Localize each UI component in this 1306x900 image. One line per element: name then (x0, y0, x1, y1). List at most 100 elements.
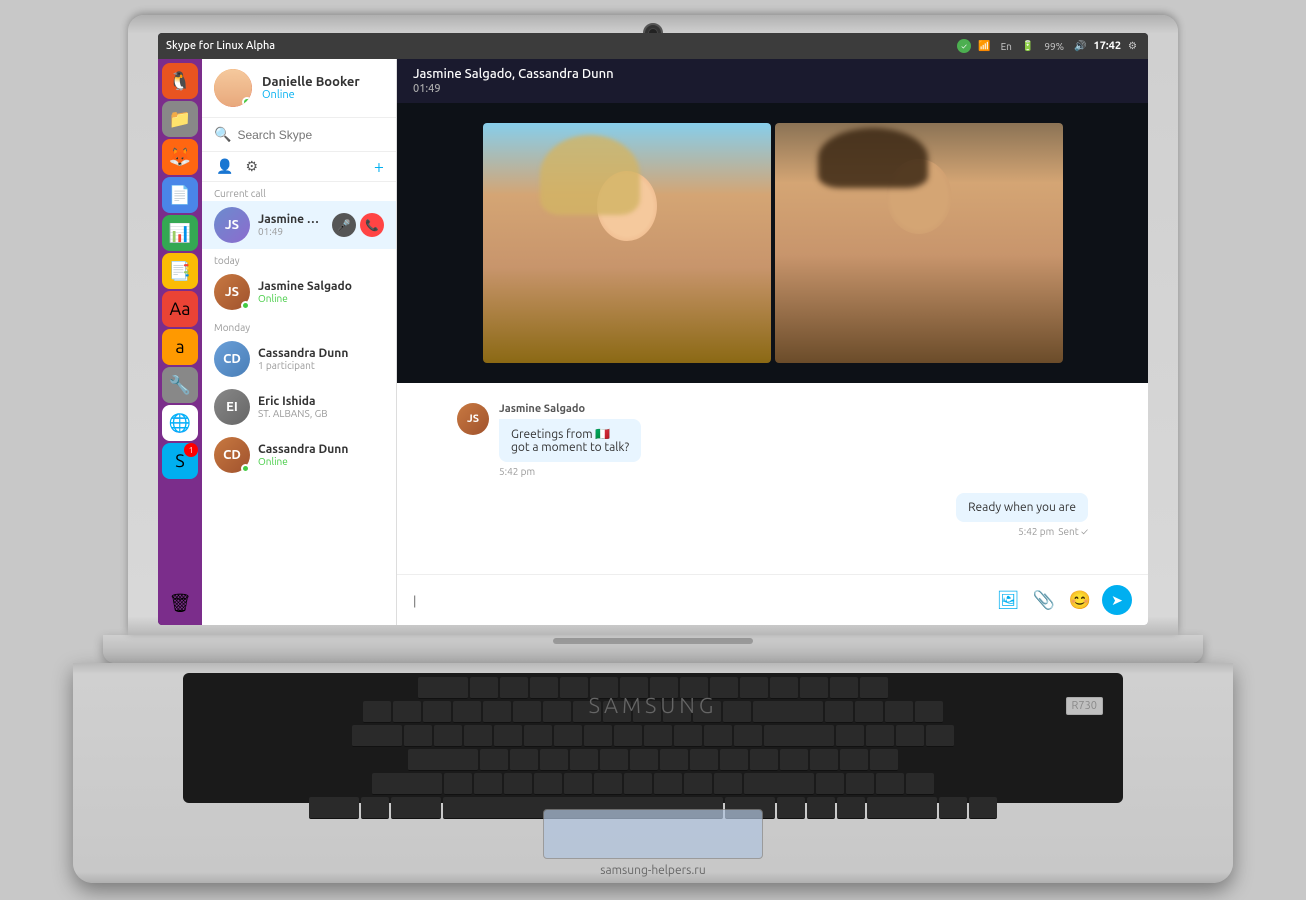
key-del (830, 677, 858, 699)
key-l (720, 749, 748, 771)
cassandra1-name: Cassandra Dunn (258, 347, 384, 360)
current-call-name: Jasmine Salgado, Ca... (258, 213, 324, 226)
document-icon[interactable]: 📄 (162, 177, 198, 213)
chat-input-actions: 🖼 📎 😊 ➤ (994, 585, 1132, 615)
amazon-icon[interactable]: a (162, 329, 198, 365)
chat-item-cassandra2[interactable]: CD Cassandra Dunn Online (202, 431, 396, 479)
mute-button[interactable]: 🎤 (332, 213, 356, 237)
hangup-button[interactable]: 📞 (360, 213, 384, 237)
jasmine-info: Jasmine Salgado Online (258, 280, 384, 304)
screen-bezel: Skype for Linux Alpha 📶 En 🔋 99% 🔊 17:42… (128, 15, 1178, 635)
cassandra2-name: Cassandra Dunn (258, 443, 384, 456)
call-participant-names: Jasmine Salgado, Cassandra Dunn (413, 67, 1132, 81)
settings-gear-icon[interactable]: ⚙ (1125, 40, 1140, 52)
key-up (816, 773, 844, 795)
slides-icon[interactable]: 📑 (162, 253, 198, 289)
touchpad[interactable] (543, 809, 763, 859)
key-f1 (470, 677, 498, 699)
msg-sent-container: Ready when you are 5:42 pm Sent ✓ (956, 493, 1088, 537)
current-call-item[interactable]: JS Jasmine Salgado, Ca... 01:49 🎤 📞 (202, 201, 396, 249)
ubuntu-icon[interactable]: 🐧 (162, 63, 198, 99)
user-status: Online (262, 89, 360, 101)
message-input[interactable] (413, 593, 984, 608)
trash-icon[interactable]: 🗑 (162, 585, 198, 621)
add-contact-button[interactable]: + (374, 157, 384, 177)
current-call-label: Current call (202, 182, 396, 201)
video-frame-person1 (483, 123, 771, 363)
key-row-5 (187, 773, 1119, 795)
contacts-icon[interactable]: 👤 (214, 156, 235, 177)
left-panel: Danielle Booker Online 🔍 👤 ⚙ + (202, 59, 397, 625)
file-attach-button[interactable]: 📎 (1030, 586, 1058, 614)
search-icon: 🔍 (214, 126, 231, 143)
hinge (553, 638, 753, 644)
key-num6 (870, 749, 898, 771)
chat-item-cassandra1[interactable]: CD Cassandra Dunn 1 participant (202, 335, 396, 383)
cassandra1-avatar: CD (214, 341, 250, 377)
skype-dock-icon[interactable]: S 1 (162, 443, 198, 479)
battery-icon: 🔋 (1019, 40, 1037, 52)
key-num7 (836, 725, 864, 747)
toolbar-row: 👤 ⚙ + (202, 152, 396, 182)
key-f3 (530, 677, 558, 699)
taskbar: Skype for Linux Alpha 📶 En 🔋 99% 🔊 17:42… (158, 33, 1148, 59)
monday-label: Monday (202, 316, 396, 335)
key-n (594, 773, 622, 795)
key-period (684, 773, 712, 795)
skype-badge: 1 (184, 443, 198, 457)
video-grid (483, 123, 1063, 363)
settings-icon[interactable]: ⚙ (243, 156, 260, 177)
key-u (584, 725, 612, 747)
key-bracket-l (704, 725, 732, 747)
laptop-computer: Skype for Linux Alpha 📶 En 🔋 99% 🔊 17:42… (73, 15, 1233, 885)
search-input[interactable] (237, 128, 384, 142)
samsung-model: R730 (1066, 697, 1103, 715)
search-bar[interactable]: 🔍 (202, 118, 396, 152)
send-button[interactable]: ➤ (1102, 585, 1132, 615)
msg-content-received: Jasmine Salgado Greetings from 🇮🇹got a m… (499, 403, 1088, 477)
system-settings-icon[interactable]: 🔧 (162, 367, 198, 403)
key-q (404, 725, 432, 747)
bluetooth-icon: En (998, 41, 1015, 52)
user-header: Danielle Booker Online (202, 59, 396, 118)
eric-sub: ST. ALBANS, GB (258, 408, 384, 419)
key-h (630, 749, 658, 771)
key-comma (654, 773, 682, 795)
key-numdot (939, 797, 967, 819)
files-icon[interactable]: 📁 (162, 101, 198, 137)
jasmine-avatar: JS (214, 274, 250, 310)
key-tilde (363, 701, 391, 723)
chrome-icon[interactable]: 🌐 (162, 405, 198, 441)
message-sent: Ready when you are 5:42 pm Sent ✓ (457, 493, 1088, 537)
call-header: Jasmine Salgado, Cassandra Dunn 01:49 (397, 59, 1148, 103)
status-indicator (957, 39, 971, 53)
key-tab (352, 725, 402, 747)
image-attach-button[interactable]: 🖼 (994, 586, 1022, 614)
chat-item-eric[interactable]: EI Eric Ishida ST. ALBANS, GB (202, 383, 396, 431)
firefox-icon[interactable]: 🦊 (162, 139, 198, 175)
key-b (564, 773, 592, 795)
key-numlock (825, 701, 853, 723)
key-g (600, 749, 628, 771)
cassandra1-info: Cassandra Dunn 1 participant (258, 347, 384, 371)
taskbar-right: 📶 En 🔋 99% 🔊 17:42 ⚙ (957, 39, 1148, 53)
spreadsheet-icon[interactable]: 📊 (162, 215, 198, 251)
cassandra2-status: Online (258, 456, 384, 467)
key-f4 (560, 677, 588, 699)
wifi-icon: 📶 (975, 40, 993, 52)
key-quote (780, 749, 808, 771)
emoji-button[interactable]: 😊 (1066, 586, 1094, 614)
battery-percent: 99% (1041, 41, 1067, 52)
call-actions: 🎤 📞 (332, 213, 384, 237)
text-editor-icon[interactable]: Aa (162, 291, 198, 327)
chat-item-jasmine[interactable]: JS Jasmine Salgado Online (202, 268, 396, 316)
key-f12 (800, 677, 828, 699)
key-shift-l (372, 773, 442, 795)
user-name: Danielle Booker (262, 75, 360, 89)
avatar (214, 69, 252, 107)
screen: Skype for Linux Alpha 📶 En 🔋 99% 🔊 17:42… (158, 33, 1148, 625)
key-e (464, 725, 492, 747)
key-down (807, 797, 835, 819)
key-right (837, 797, 865, 819)
current-call-timer: 01:49 (258, 226, 324, 237)
